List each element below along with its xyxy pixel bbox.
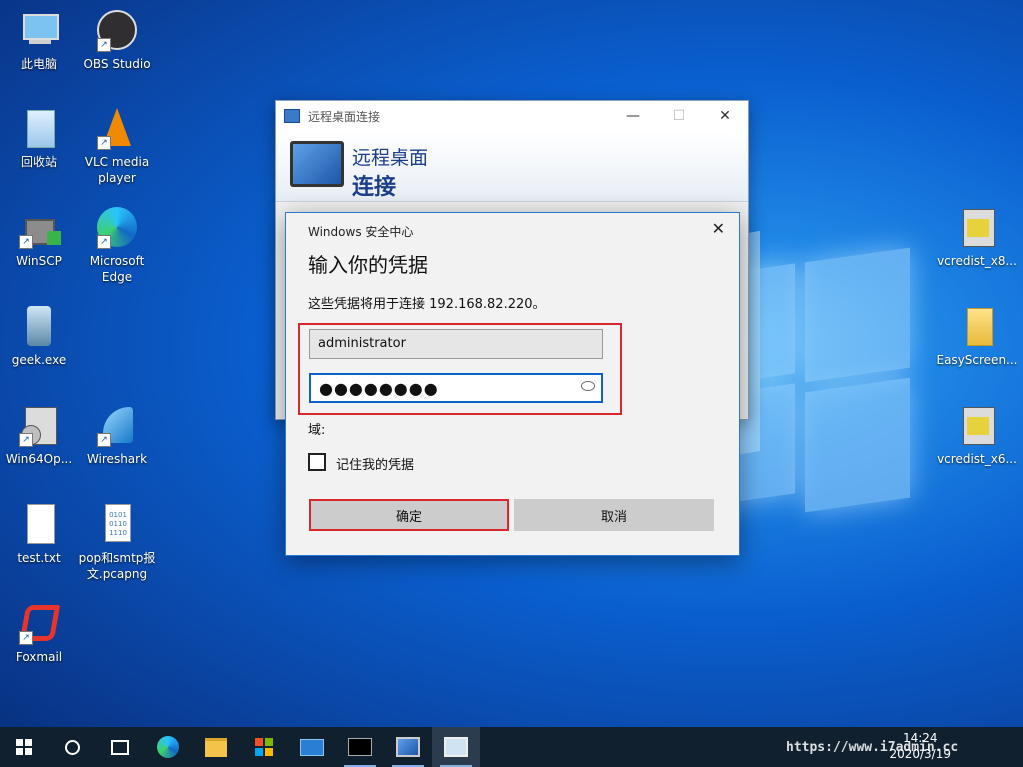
folder-icon	[205, 737, 227, 757]
desktop-icon-obs[interactable]: ↗ OBS Studio	[78, 8, 156, 72]
cancel-button[interactable]: 取消	[514, 499, 714, 531]
credential-dialog: Windows 安全中心 ✕ 输入你的凭据 这些凭据将用于连接 192.168.…	[285, 212, 740, 556]
dialog-heading: 输入你的凭据	[308, 253, 428, 277]
desktop-icon-geek[interactable]: geek.exe	[0, 304, 78, 368]
rdc-app-icon	[284, 109, 300, 123]
desktop-icon-edge[interactable]: ↗ Microsoft Edge	[78, 205, 156, 285]
taskbar-remote-desktop[interactable]	[384, 727, 432, 767]
desktop-icon-easyscreen[interactable]: EasyScreen...	[935, 304, 1019, 368]
taskbar-credential-window[interactable]	[432, 727, 480, 767]
ok-button[interactable]: 确定	[309, 499, 509, 531]
mail-icon	[300, 738, 324, 756]
taskbar-edge[interactable]	[144, 727, 192, 767]
edge-icon: ↗	[95, 205, 139, 249]
search-icon	[64, 739, 80, 755]
folder-icon	[955, 304, 999, 348]
recycle-bin-icon	[17, 106, 61, 150]
close-button[interactable]: ✕	[702, 108, 748, 124]
desktop-icon-wireshark[interactable]: ↗ Wireshark	[78, 403, 156, 467]
task-view-icon	[111, 739, 129, 755]
obs-icon: ↗	[95, 8, 139, 52]
taskbar-store[interactable]	[240, 727, 288, 767]
task-view-button[interactable]	[96, 727, 144, 767]
maximize-button[interactable]: ☐	[656, 108, 702, 124]
remember-credentials-checkbox[interactable]	[308, 453, 326, 471]
desktop-icon-pcapng[interactable]: 0101 0110 1110 pop和smtp报文.pcapng	[78, 502, 156, 582]
dialog-close-icon[interactable]: ✕	[712, 219, 725, 238]
dialog-description: 这些凭据将用于连接 192.168.82.220。	[308, 297, 546, 312]
domain-label: 域:	[308, 423, 326, 438]
desktop-icon-foxmail[interactable]: ↗ Foxmail	[0, 601, 78, 665]
remote-desktop-monitor-icon	[290, 141, 344, 187]
taskbar-file-explorer[interactable]	[192, 727, 240, 767]
username-field[interactable]: administrator	[309, 329, 603, 359]
watermark-text: https://www.i7admin.cc	[786, 740, 959, 755]
geek-icon	[17, 304, 61, 348]
taskbar-mail[interactable]	[288, 727, 336, 767]
installer-icon	[955, 403, 999, 447]
rdc-banner-line1: 远程桌面	[352, 147, 429, 169]
desktop-icon-vlc[interactable]: ↗ VLC media player	[78, 106, 156, 186]
dialog-header: Windows 安全中心	[308, 225, 414, 239]
password-mask: ●●●●●●●●	[319, 379, 439, 398]
desktop-icon-this-pc[interactable]: 此电脑	[0, 8, 78, 72]
vlc-cone-icon: ↗	[95, 106, 139, 150]
reveal-password-icon[interactable]	[581, 381, 595, 391]
terminal-icon	[348, 738, 372, 756]
installer-icon: ↗	[17, 403, 61, 447]
taskbar-terminal[interactable]	[336, 727, 384, 767]
wireshark-fin-icon: ↗	[95, 403, 139, 447]
minimize-button[interactable]: —	[610, 108, 656, 124]
rdc-title: 远程桌面连接	[308, 109, 381, 124]
desktop-icon-test-txt[interactable]: test.txt	[0, 502, 78, 566]
store-bag-icon	[255, 738, 273, 756]
rdc-titlebar[interactable]: 远程桌面连接 — ☐ ✕	[276, 101, 748, 131]
rdc-banner: 远程桌面 连接	[276, 131, 748, 202]
window-icon	[444, 737, 468, 757]
desktop-icon-vcredist-x64[interactable]: vcredist_x6...	[935, 403, 1019, 467]
desktop-icon-recycle-bin[interactable]: 回收站	[0, 106, 78, 170]
windows-start-icon	[16, 739, 32, 755]
desktop-icon-vcredist-x86[interactable]: vcredist_x8...	[935, 205, 1019, 269]
password-field[interactable]: ●●●●●●●●	[309, 373, 603, 403]
edge-icon	[157, 736, 179, 758]
rdc-banner-line2: 连接	[352, 175, 397, 200]
remote-desktop-icon	[396, 737, 420, 757]
desktop-icon-win64op[interactable]: ↗ Win64Op...	[0, 403, 78, 467]
remember-credentials-label[interactable]: 记住我的凭据	[336, 454, 414, 473]
winscp-lock-icon: ↗	[17, 205, 61, 249]
desktop-icon-winscp[interactable]: ↗ WinSCP	[0, 205, 78, 269]
installer-icon	[955, 205, 999, 249]
binary-file-icon: 0101 0110 1110	[95, 502, 139, 546]
text-file-icon	[17, 502, 61, 546]
search-button[interactable]	[48, 727, 96, 767]
start-button[interactable]	[0, 727, 48, 767]
computer-icon	[17, 8, 61, 52]
foxmail-icon: ↗	[17, 601, 61, 645]
